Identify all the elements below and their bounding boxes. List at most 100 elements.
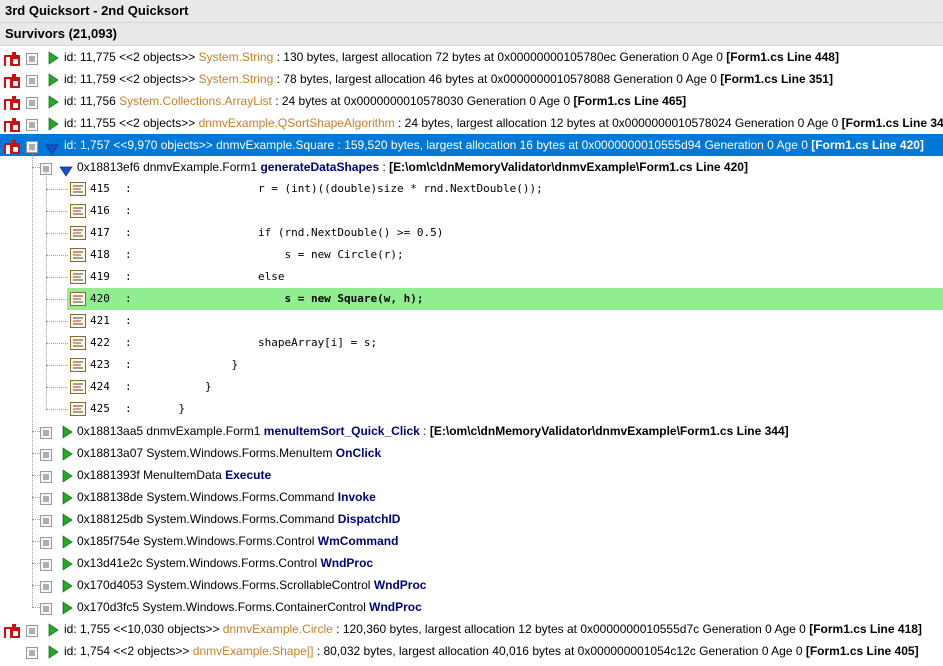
source-line-row[interactable]: 425: } — [0, 398, 943, 420]
triangle-right-icon[interactable] — [47, 623, 59, 637]
source-line-row[interactable]: 415: r = (int)((double)size * rnd.NextDo… — [0, 178, 943, 200]
callstack-frame-row[interactable]: 0x18813a07 System.Windows.Forms.MenuItem… — [0, 442, 943, 464]
callstack-frame-row[interactable]: 0x18813aa5 dnmvExample.Form1 menuItemSor… — [0, 420, 943, 442]
allocation-location: [Form1.cs Line 351] — [720, 72, 833, 86]
frame-location: [E:\om\c\dnMemoryValidator\dnmvExample\F… — [429, 424, 789, 438]
allocation-type: dnmvExample.Circle — [222, 622, 333, 636]
triangle-right-icon[interactable] — [61, 513, 73, 527]
triangle-right-icon[interactable] — [47, 73, 59, 87]
line-code: } — [152, 380, 212, 393]
callstack-frame-row[interactable]: 0x170d3fc5 System.Windows.Forms.Containe… — [0, 596, 943, 618]
triangle-right-icon[interactable] — [61, 425, 73, 439]
allocation-row[interactable]: id: 1,755 <<10,030 objects>> dnmvExample… — [0, 618, 943, 640]
tree-guide-horizontal — [46, 409, 68, 410]
allocation-row[interactable]: id: 11,755 <<2 objects>> dnmvExample.QSo… — [0, 112, 943, 134]
source-line-row[interactable]: 424: } — [0, 376, 943, 398]
source-line-row[interactable]: 421: — [0, 310, 943, 332]
callstack-frame-row[interactable]: 0x185f754e System.Windows.Forms.Control … — [0, 530, 943, 552]
expander-plus-icon[interactable] — [40, 581, 52, 593]
tree-guide-horizontal — [46, 343, 68, 344]
expander-plus-icon[interactable] — [26, 119, 38, 131]
expander-plus-icon[interactable] — [40, 493, 52, 505]
frame-address: 0x185f754e — [77, 534, 144, 548]
allocation-info: : 120,360 bytes, largest allocation 12 b… — [332, 622, 810, 636]
frame-function: OnClick — [335, 446, 382, 460]
expander-plus-icon[interactable] — [40, 471, 52, 483]
tree-guide-horizontal — [32, 585, 40, 586]
allocation-location: [Form1.cs Line 448] — [726, 50, 839, 64]
allocation-info: : 78 bytes, largest allocation 46 bytes … — [273, 72, 721, 86]
snapshot-title: 3rd Quicksort - 2nd Quicksort — [0, 0, 943, 23]
triangle-right-icon[interactable] — [61, 579, 73, 593]
source-line-icon — [70, 402, 86, 416]
callstack-frame-row[interactable]: 0x13d41e2c System.Windows.Forms.Control … — [0, 552, 943, 574]
frame-class: System.Windows.Forms.MenuItem — [146, 446, 336, 460]
line-number: 420 — [90, 292, 110, 305]
allocation-type: dnmvExample.Square — [216, 138, 335, 152]
callstack-frame-row[interactable]: 0x1881393f MenuItemData Execute — [0, 464, 943, 486]
triangle-right-icon[interactable] — [61, 535, 73, 549]
allocation-row[interactable]: id: 1,754 <<2 objects>> dnmvExample.Shap… — [0, 640, 943, 662]
expander-plus-icon[interactable] — [26, 625, 38, 637]
triangle-right-icon[interactable] — [61, 601, 73, 615]
expander-plus-icon[interactable] — [40, 603, 52, 615]
source-line-row[interactable]: 423: } — [0, 354, 943, 376]
expander-plus-icon[interactable] — [40, 427, 52, 439]
frame-address: 0x188138de — [77, 490, 147, 504]
frame-address: 0x1881393f — [77, 468, 144, 482]
callstack-frame-row[interactable]: 0x170d4053 System.Windows.Forms.Scrollab… — [0, 574, 943, 596]
source-line-icon — [70, 270, 86, 284]
allocation-label: id: 1,755 <<10,030 objects>> dnmvExample… — [64, 618, 922, 640]
line-code: s = new Circle(r); — [152, 248, 404, 261]
source-line-row[interactable]: 420: s = new Square(w, h); — [0, 288, 943, 310]
allocation-tree[interactable]: id: 11,775 <<2 objects>> System.String :… — [0, 46, 943, 662]
allocation-row[interactable]: id: 11,775 <<2 objects>> System.String :… — [0, 46, 943, 68]
allocation-info: : 80,032 bytes, largest allocation 40,01… — [313, 644, 806, 658]
expander-plus-icon[interactable] — [26, 75, 38, 87]
line-number: 425 — [90, 402, 110, 415]
expander-plus-icon[interactable] — [26, 647, 38, 659]
triangle-right-icon[interactable] — [47, 95, 59, 109]
source-line-row[interactable]: 419: else — [0, 266, 943, 288]
expander-plus-icon[interactable] — [26, 53, 38, 65]
frame-function: DispatchID — [337, 512, 401, 526]
line-code: s = new Square(w, h); — [152, 292, 424, 305]
triangle-right-icon[interactable] — [47, 51, 59, 65]
triangle-right-icon[interactable] — [61, 491, 73, 505]
frame-address: 0x18813a07 — [77, 446, 147, 460]
tree-guide-horizontal — [46, 255, 68, 256]
line-number: 417 — [90, 226, 110, 239]
triangle-right-icon[interactable] — [61, 447, 73, 461]
triangle-right-icon[interactable] — [61, 469, 73, 483]
source-line-row[interactable]: 416: — [0, 200, 943, 222]
source-line-row[interactable]: 418: s = new Circle(r); — [0, 244, 943, 266]
line-code: } — [152, 402, 186, 415]
triangle-down-icon[interactable] — [45, 143, 59, 155]
callstack-frame-row[interactable]: 0x188138de System.Windows.Forms.Command … — [0, 486, 943, 508]
callstack-frame-label: 0x188138de System.Windows.Forms.Command … — [77, 486, 376, 508]
callstack-frame-row[interactable]: 0x188125db System.Windows.Forms.Command … — [0, 508, 943, 530]
tree-guide-horizontal — [46, 365, 68, 366]
line-separator: : — [125, 336, 132, 349]
expander-plus-icon[interactable] — [40, 559, 52, 571]
allocation-row[interactable]: id: 11,756 System.Collections.ArrayList … — [0, 90, 943, 112]
source-line-row[interactable]: 417: if (rnd.NextDouble() >= 0.5) — [0, 222, 943, 244]
allocation-row[interactable]: id: 1,757 <<9,970 objects>> dnmvExample.… — [0, 134, 943, 156]
frame-class: MenuItemData — [143, 468, 226, 482]
expander-plus-icon[interactable] — [40, 537, 52, 549]
allocation-row[interactable]: id: 11,759 <<2 objects>> System.String :… — [0, 68, 943, 90]
frame-function: generateDataShapes — [260, 160, 380, 174]
triangle-down-icon[interactable] — [59, 165, 73, 177]
source-line-row[interactable]: 422: shapeArray[i] = s; — [0, 332, 943, 354]
allocation-id: id: 11,755 <<2 objects>> — [64, 116, 199, 130]
triangle-right-icon[interactable] — [61, 557, 73, 571]
line-number: 421 — [90, 314, 110, 327]
expander-plus-icon[interactable] — [26, 97, 38, 109]
triangle-right-icon[interactable] — [47, 645, 59, 659]
expander-plus-icon[interactable] — [40, 449, 52, 461]
tree-guide-horizontal — [32, 519, 40, 520]
expander-plus-icon[interactable] — [40, 515, 52, 527]
callstack-frame-row[interactable]: 0x18813ef6 dnmvExample.Form1 generateDat… — [0, 156, 943, 178]
triangle-right-icon[interactable] — [47, 117, 59, 131]
frame-separator: : — [419, 424, 430, 438]
